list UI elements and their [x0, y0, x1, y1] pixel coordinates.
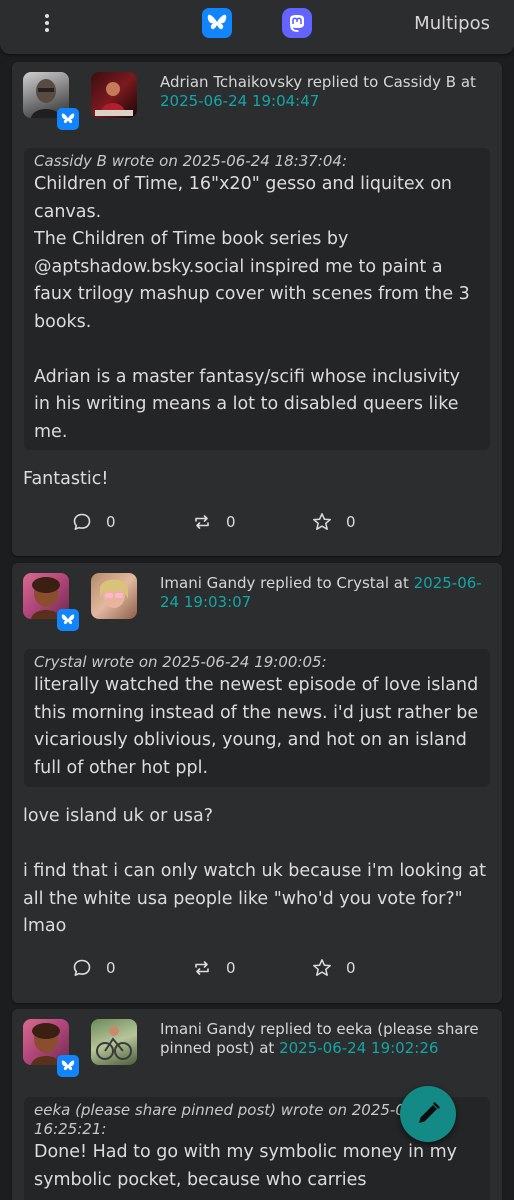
repost-button[interactable]: 0	[192, 512, 236, 532]
replied-to-avatar[interactable]	[91, 1019, 137, 1065]
butterfly-icon	[207, 14, 227, 30]
reply-count: 0	[106, 513, 116, 531]
compose-button[interactable]	[400, 1086, 456, 1142]
mastodon-toggle-button[interactable]	[282, 8, 312, 38]
vertical-dots-icon	[45, 14, 49, 32]
post-actions: 0 0 0	[72, 958, 372, 982]
post-actions: 0 0 0	[72, 512, 372, 536]
repost-count: 0	[226, 959, 236, 977]
quoted-post: Cassidy B wrote on 2025-06-24 18:37:04: …	[24, 148, 490, 450]
menu-button[interactable]	[37, 10, 57, 36]
like-button[interactable]: 0	[312, 512, 356, 532]
repost-icon	[195, 515, 209, 529]
post-header: Imani Gandy replied to eeka (please shar…	[160, 1020, 490, 1058]
replied-to-avatar[interactable]	[91, 72, 137, 118]
mastodon-icon	[290, 15, 304, 32]
post-card: Imani Gandy replied to Crystal at 2025-0…	[12, 563, 502, 1003]
reply-text: Fantastic!	[23, 469, 109, 489]
post-card: Adrian Tchaikovsky replied to Cassidy B …	[12, 62, 502, 556]
quoted-post: Crystal wrote on 2025-06-24 19:00:05: li…	[24, 649, 490, 787]
quote-header: Crystal wrote on 2025-06-24 19:00:05:	[34, 653, 327, 671]
bluesky-badge-icon	[57, 609, 79, 631]
like-button[interactable]: 0	[312, 958, 356, 978]
like-count: 0	[346, 959, 356, 977]
post-timestamp-link[interactable]: 2025-06-24 19:02:26	[279, 1039, 438, 1057]
star-icon	[313, 959, 331, 976]
top-bar: Multipos	[0, 0, 514, 54]
post-header: Imani Gandy replied to Crystal at 2025-0…	[160, 574, 490, 612]
reply-text: love island uk or usa? i find that i can…	[23, 806, 486, 936]
comment-icon	[73, 513, 91, 530]
bluesky-badge-icon	[57, 1055, 79, 1077]
repost-icon	[195, 961, 209, 975]
star-icon	[313, 513, 331, 530]
like-count: 0	[346, 513, 356, 531]
quote-header: Cassidy B wrote on 2025-06-24 18:37:04:	[34, 152, 347, 170]
pencil-icon	[419, 1102, 440, 1123]
bluesky-toggle-button[interactable]	[202, 8, 232, 38]
post-header-label: Imani Gandy replied to Crystal at	[160, 574, 409, 592]
quote-body: Children of Time, 16"x20" gesso and liqu…	[34, 174, 470, 442]
reply-button[interactable]: 0	[72, 512, 116, 532]
bluesky-badge-icon	[57, 108, 79, 130]
reply-button[interactable]: 0	[72, 958, 116, 978]
post-header-label: Adrian Tchaikovsky replied to Cassidy B …	[160, 73, 476, 91]
repost-button[interactable]: 0	[192, 958, 236, 978]
app-title: Multipos	[414, 13, 490, 34]
quote-body: literally watched the newest episode of …	[34, 675, 484, 778]
comment-icon	[73, 959, 91, 976]
post-header: Adrian Tchaikovsky replied to Cassidy B …	[160, 73, 490, 111]
post-timestamp-link[interactable]: 2025-06-24 19:04:47	[160, 92, 319, 110]
quote-body: Done! Had to go with my symbolic money i…	[34, 1142, 463, 1190]
replied-to-avatar[interactable]	[91, 573, 137, 619]
reply-count: 0	[106, 959, 116, 977]
repost-count: 0	[226, 513, 236, 531]
